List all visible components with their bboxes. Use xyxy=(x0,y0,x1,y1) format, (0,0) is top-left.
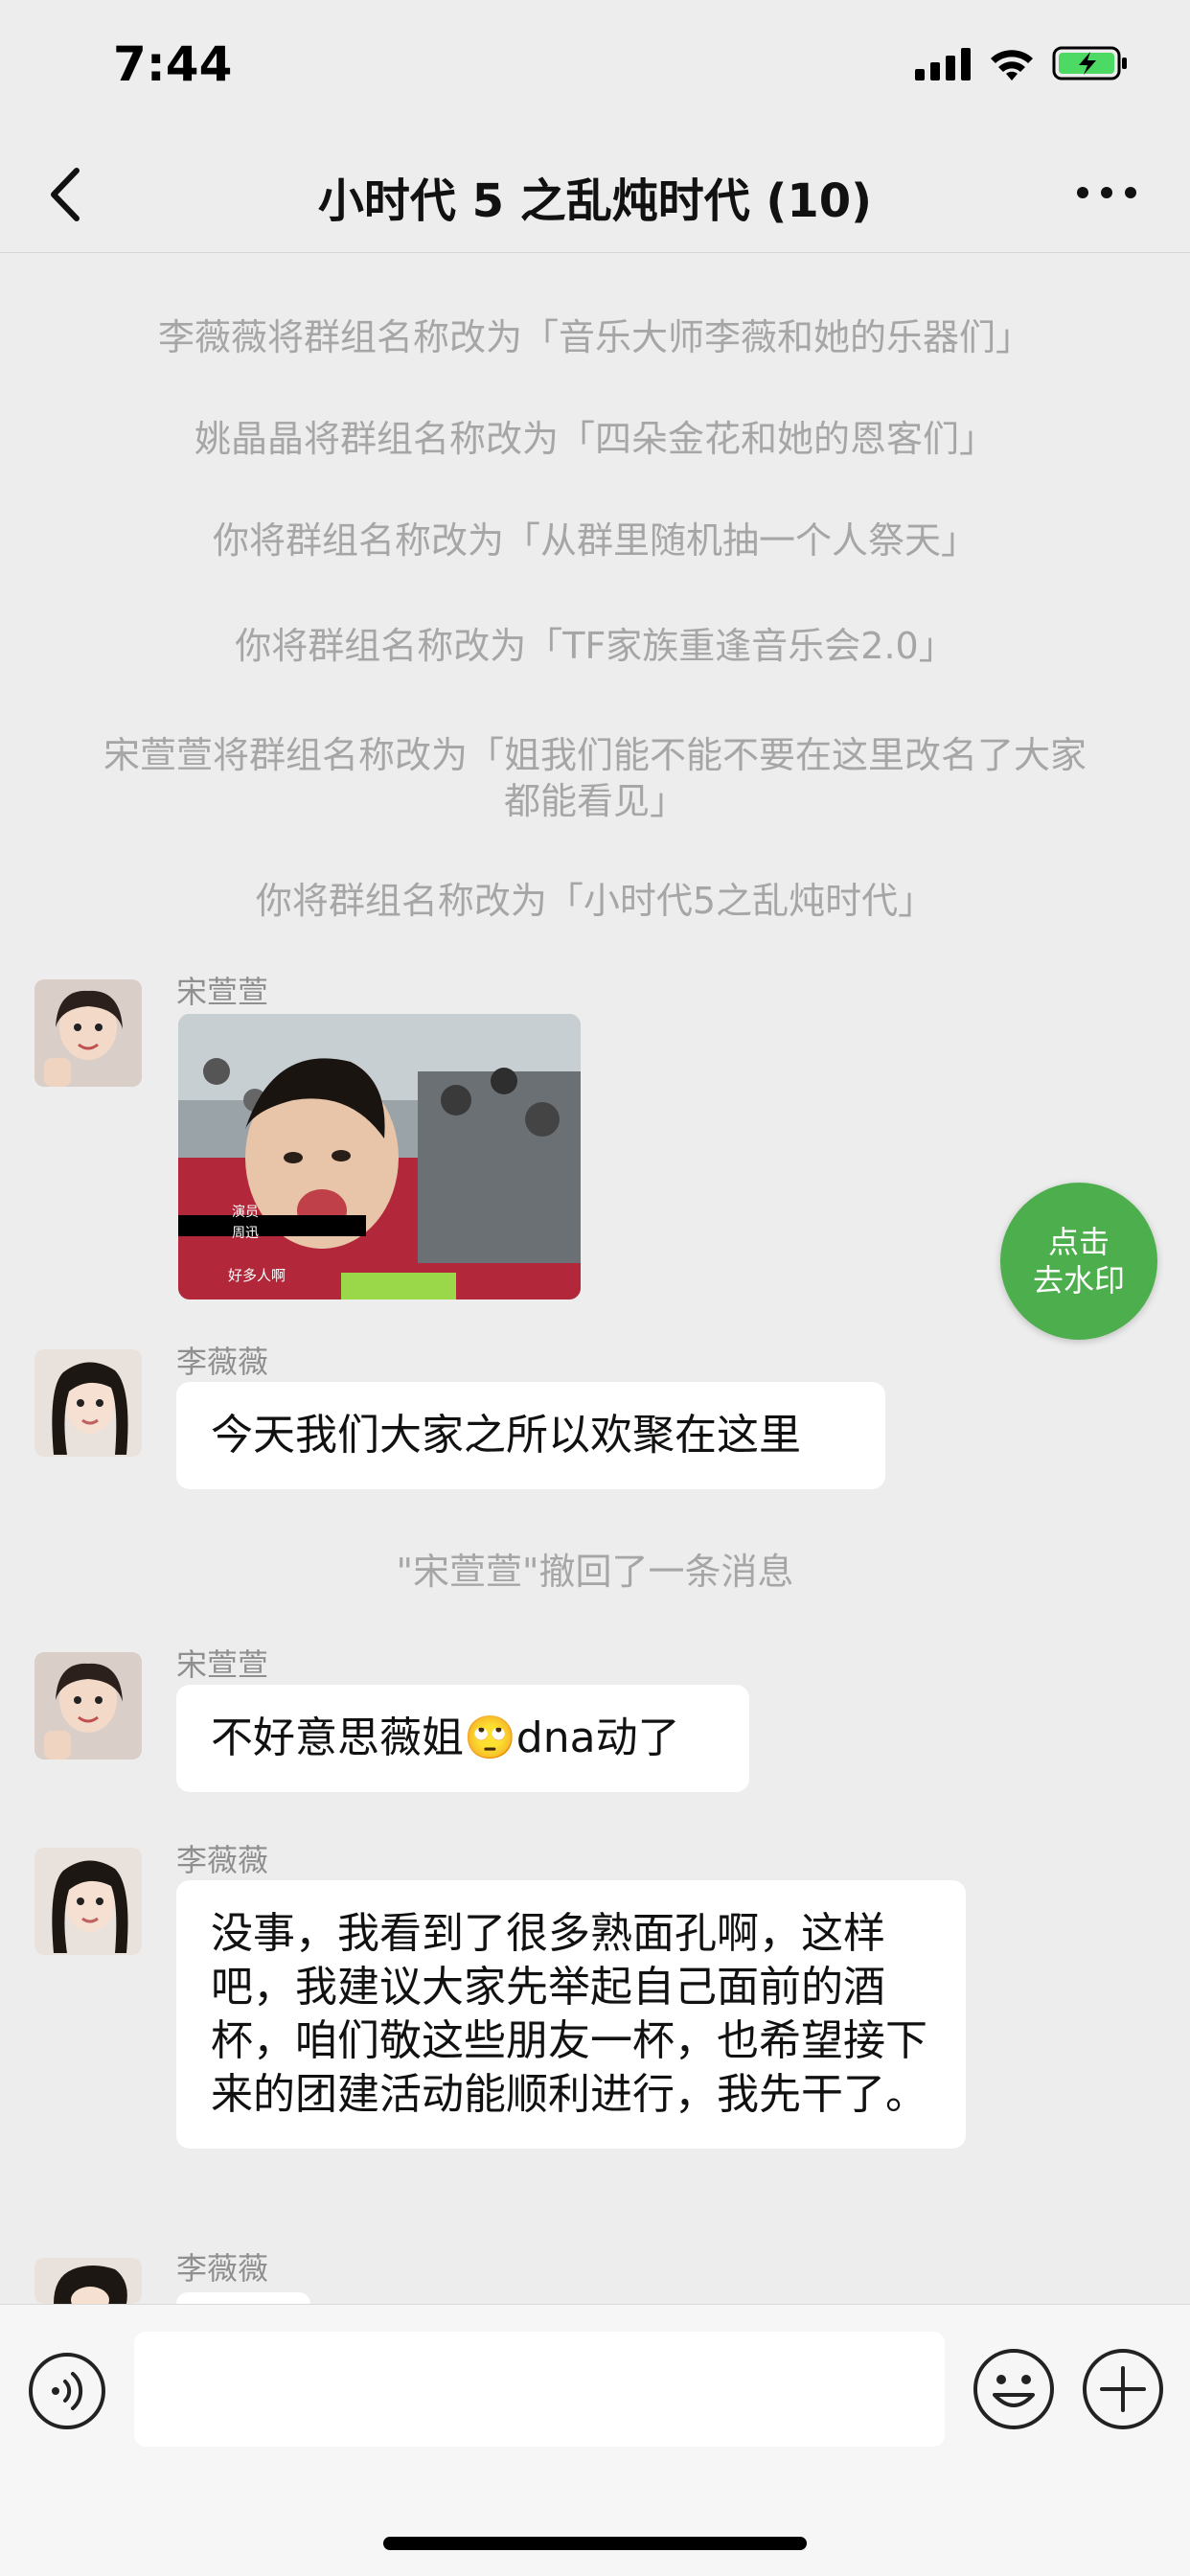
message-input[interactable] xyxy=(134,2332,945,2447)
system-message: 你将群组名称改为「TF家族重逢音乐会2.0」 xyxy=(235,625,955,667)
image-caption: 好多人啊 xyxy=(228,1267,286,1284)
sender-name: 宋萱萱 xyxy=(176,974,269,1010)
avatar[interactable] xyxy=(34,1652,142,1760)
more-icon[interactable] xyxy=(1073,169,1140,217)
wifi-icon xyxy=(991,50,1033,80)
plus-icon[interactable] xyxy=(1081,2347,1165,2431)
message-bubble[interactable]: 没事，我看到了很多熟面孔啊，这样吧，我建议大家先举起自己面前的酒杯，咱们敬这些朋… xyxy=(176,1880,966,2149)
avatar[interactable] xyxy=(34,979,142,1087)
signal-icon xyxy=(915,48,971,80)
system-message: 宋萱萱将群组名称改为「姐我们能不能不要在这里改名了大家都能看见」 xyxy=(103,734,1087,822)
image-caption: 周迅 xyxy=(232,1226,259,1241)
sender-name: 宋萱萱 xyxy=(176,1646,269,1683)
chat-title: 小时代 5 之乱炖时代 (10) xyxy=(317,174,873,228)
system-message: 姚晶晶将群组名称改为「四朵金花和她的恩客们」 xyxy=(194,418,995,460)
sender-name: 李薇薇 xyxy=(176,1344,269,1380)
status-bar: 7:44 xyxy=(0,0,1190,134)
recall-notice: "宋萱萱"撤回了一条消息 xyxy=(396,1551,794,1593)
image-caption: 演员 xyxy=(232,1205,259,1220)
nav-bar: 小时代 5 之乱炖时代 (10) xyxy=(0,134,1190,253)
avatar[interactable] xyxy=(34,1848,142,1955)
status-time: 7:44 xyxy=(113,36,233,92)
image-message[interactable]: 演员 周迅 好多人啊 xyxy=(178,1014,581,1300)
avatar[interactable] xyxy=(34,1349,142,1457)
system-message: 你将群组名称改为「从群里随机抽一个人祭天」 xyxy=(212,519,977,562)
sender-name: 李薇薇 xyxy=(176,2250,269,2287)
home-indicator xyxy=(383,2537,807,2550)
input-bar xyxy=(0,2304,1190,2576)
emoji-icon[interactable] xyxy=(972,2347,1056,2431)
avatar[interactable] xyxy=(34,2258,142,2304)
watermark-button-line: 去水印 xyxy=(1032,1262,1125,1299)
back-chevron-icon[interactable] xyxy=(38,161,96,228)
battery-charging-icon xyxy=(1052,46,1127,80)
voice-icon[interactable] xyxy=(27,2351,107,2431)
message-bubble[interactable]: 不好意思薇姐🙄dna动了 xyxy=(176,1685,749,1792)
message-bubble[interactable]: 今天我们大家之所以欢聚在这里 xyxy=(176,1382,885,1489)
watermark-button-line: 点击 xyxy=(1047,1224,1110,1260)
remove-watermark-button[interactable]: 点击 去水印 xyxy=(1000,1183,1157,1340)
message-bubble-partial[interactable] xyxy=(176,2292,310,2304)
system-message: 李薇薇将群组名称改为「音乐大师李薇和她的乐器们」 xyxy=(157,316,1032,358)
sender-name: 李薇薇 xyxy=(176,1842,269,1878)
system-message: 你将群组名称改为「小时代5之乱炖时代」 xyxy=(255,880,935,922)
